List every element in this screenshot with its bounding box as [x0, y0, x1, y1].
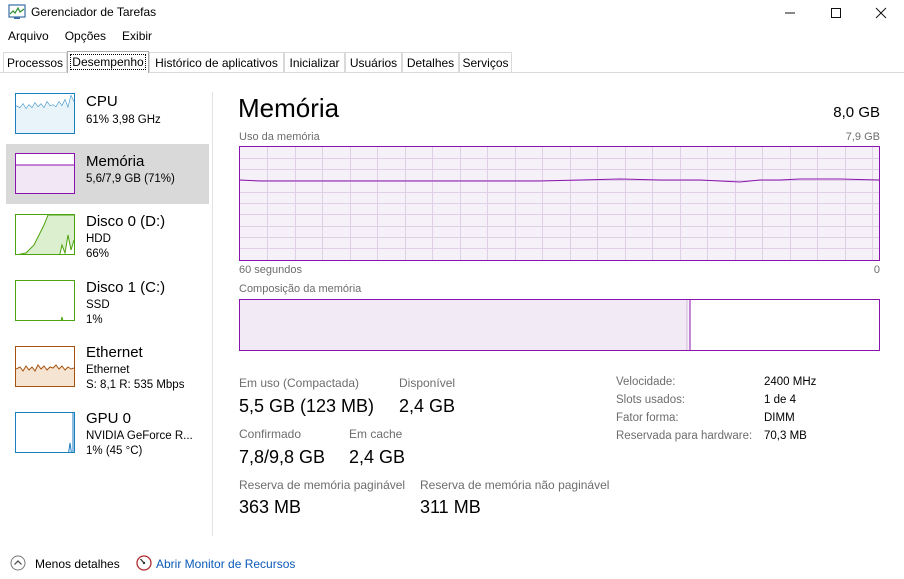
memory-composition-chart — [240, 300, 691, 350]
usage-graph-max: 7,9 GB — [845, 131, 880, 143]
in-use-label: Em uso (Compactada) — [239, 376, 360, 390]
close-icon — [875, 7, 887, 19]
minimize-icon — [785, 12, 795, 14]
ethernet-thumbnail — [15, 346, 75, 387]
tab-label: Histórico de aplicativos — [155, 56, 278, 70]
tab-label: Desempenho — [70, 54, 146, 70]
memory-usage-graph — [239, 146, 880, 261]
sidebar-item-disco-0[interactable]: Disco 0 (D:) HDD 66% — [6, 204, 209, 264]
memory-total: 8,0 GB — [833, 104, 880, 121]
sidebar-divider — [212, 92, 213, 536]
paged-pool-label: Reserva de memória paginável — [239, 478, 406, 492]
sidebar-item-memoria[interactable]: Memória 5,6/7,9 GB (71%) — [6, 144, 209, 204]
tab-inicializar[interactable]: Inicializar — [284, 52, 345, 72]
sidebar-item-ethernet[interactable]: Ethernet Ethernet S: 8,1 R: 535 Mbps — [6, 336, 209, 396]
tab-label: Detalhes — [406, 56, 455, 70]
time-span-label: 60 segundos — [239, 264, 302, 276]
gpu-model: NVIDIA GeForce R... — [86, 430, 193, 442]
ethernet-title: Ethernet — [86, 344, 143, 361]
ethernet-adapter: Ethernet — [86, 364, 130, 376]
slots-value: 1 de 4 — [764, 394, 796, 406]
hardware-reserved-label: Reservada para hardware: — [616, 430, 753, 442]
tab-historico[interactable]: Histórico de aplicativos — [149, 52, 284, 72]
disk1-usage: 1% — [86, 314, 103, 326]
tab-label: Serviços — [462, 56, 509, 70]
page-title: Memória — [238, 93, 340, 123]
tab-label: Inicializar — [289, 56, 340, 70]
menu-opcoes[interactable]: Opções — [57, 27, 114, 47]
usage-graph-label: Uso da memória — [239, 131, 320, 143]
cpu-usage: 61% 3,98 GHz — [86, 114, 161, 126]
hardware-reserved-value: 70,3 MB — [764, 430, 807, 442]
disk1-type: SSD — [86, 299, 110, 311]
tab-label: Processos — [6, 56, 64, 70]
cached-value: 2,4 GB — [349, 447, 406, 467]
in-use-value: 5,5 GB (123 MB) — [239, 396, 375, 416]
open-resource-monitor-link[interactable]: Abrir Monitor de Recursos — [156, 557, 295, 571]
resource-sidebar: CPU 61% 3,98 GHz Memória 5,6/7,9 GB (71%… — [0, 74, 212, 536]
gpu-thumbnail — [15, 412, 75, 453]
minimize-button[interactable] — [767, 0, 813, 26]
time-end-label: 0 — [873, 264, 880, 276]
tab-usuarios[interactable]: Usuários — [345, 52, 402, 72]
disk1-title: Disco 1 (C:) — [86, 279, 166, 296]
nonpaged-pool-value: 311 MB — [420, 497, 481, 517]
form-factor-value: DIMM — [764, 412, 795, 424]
slots-label: Slots usados: — [616, 394, 686, 406]
composition-in-use — [240, 300, 687, 350]
maximize-button[interactable] — [813, 0, 859, 26]
disk1-thumbnail — [15, 280, 75, 321]
committed-label: Confirmado — [239, 427, 302, 441]
memory-usage-chart — [240, 147, 879, 260]
task-manager-icon — [8, 4, 26, 19]
memory-usage: 5,6/7,9 GB (71%) — [86, 173, 175, 185]
cpu-thumbnail — [15, 93, 75, 134]
committed-value: 7,8/9,8 GB — [239, 447, 326, 467]
chevron-up-circle-icon[interactable] — [10, 555, 26, 571]
footer: Menos detalhes Abrir Monitor de Recursos — [0, 549, 904, 579]
maximize-icon — [831, 8, 841, 18]
available-value: 2,4 GB — [399, 396, 456, 416]
disk0-type: HDD — [86, 233, 111, 245]
sidebar-item-gpu-0[interactable]: GPU 0 NVIDIA GeForce R... 1% (45 °C) — [6, 402, 209, 462]
menu-bar: Arquivo Opções Exibir — [0, 27, 904, 47]
paged-pool-value: 363 MB — [239, 497, 302, 517]
memory-composition-bar — [239, 299, 880, 351]
gpu-title: GPU 0 — [86, 410, 132, 427]
nonpaged-pool-label: Reserva de memória não paginável — [420, 478, 610, 492]
tab-desempenho[interactable]: Desempenho — [67, 51, 149, 73]
tab-strip: Processos Desempenho Histórico de aplica… — [0, 51, 904, 73]
ethernet-throughput: S: 8,1 R: 535 Mbps — [86, 379, 185, 391]
sidebar-item-disco-1[interactable]: Disco 1 (C:) SSD 1% — [6, 270, 209, 330]
memory-thumbnail — [15, 153, 75, 194]
sidebar-item-cpu[interactable]: CPU 61% 3,98 GHz — [6, 84, 209, 144]
resource-monitor-icon[interactable] — [136, 555, 152, 571]
close-button[interactable] — [858, 0, 904, 26]
available-label: Disponível — [399, 376, 456, 390]
menu-arquivo[interactable]: Arquivo — [0, 27, 57, 47]
composition-label: Composição da memória — [239, 283, 362, 295]
form-factor-label: Fator forma: — [616, 412, 679, 424]
cpu-title: CPU — [86, 93, 118, 110]
title-bar[interactable]: Gerenciador de Tarefas — [0, 0, 904, 26]
disk0-title: Disco 0 (D:) — [86, 213, 166, 230]
speed-label: Velocidade: — [616, 376, 676, 388]
disk0-usage: 66% — [86, 248, 110, 260]
cached-label: Em cache — [349, 427, 403, 441]
memory-title: Memória — [86, 153, 145, 170]
disk0-thumbnail — [15, 214, 75, 255]
tab-servicos[interactable]: Serviços — [459, 52, 512, 72]
window-title: Gerenciador de Tarefas — [31, 5, 157, 19]
less-details-button[interactable]: Menos detalhes — [35, 557, 120, 571]
tab-detalhes[interactable]: Detalhes — [402, 52, 459, 72]
speed-value: 2400 MHz — [764, 376, 817, 388]
gpu-usage: 1% (45 °C) — [86, 445, 143, 457]
tab-label: Usuários — [349, 56, 398, 70]
tab-processos[interactable]: Processos — [3, 52, 67, 72]
menu-exibir[interactable]: Exibir — [114, 27, 160, 47]
